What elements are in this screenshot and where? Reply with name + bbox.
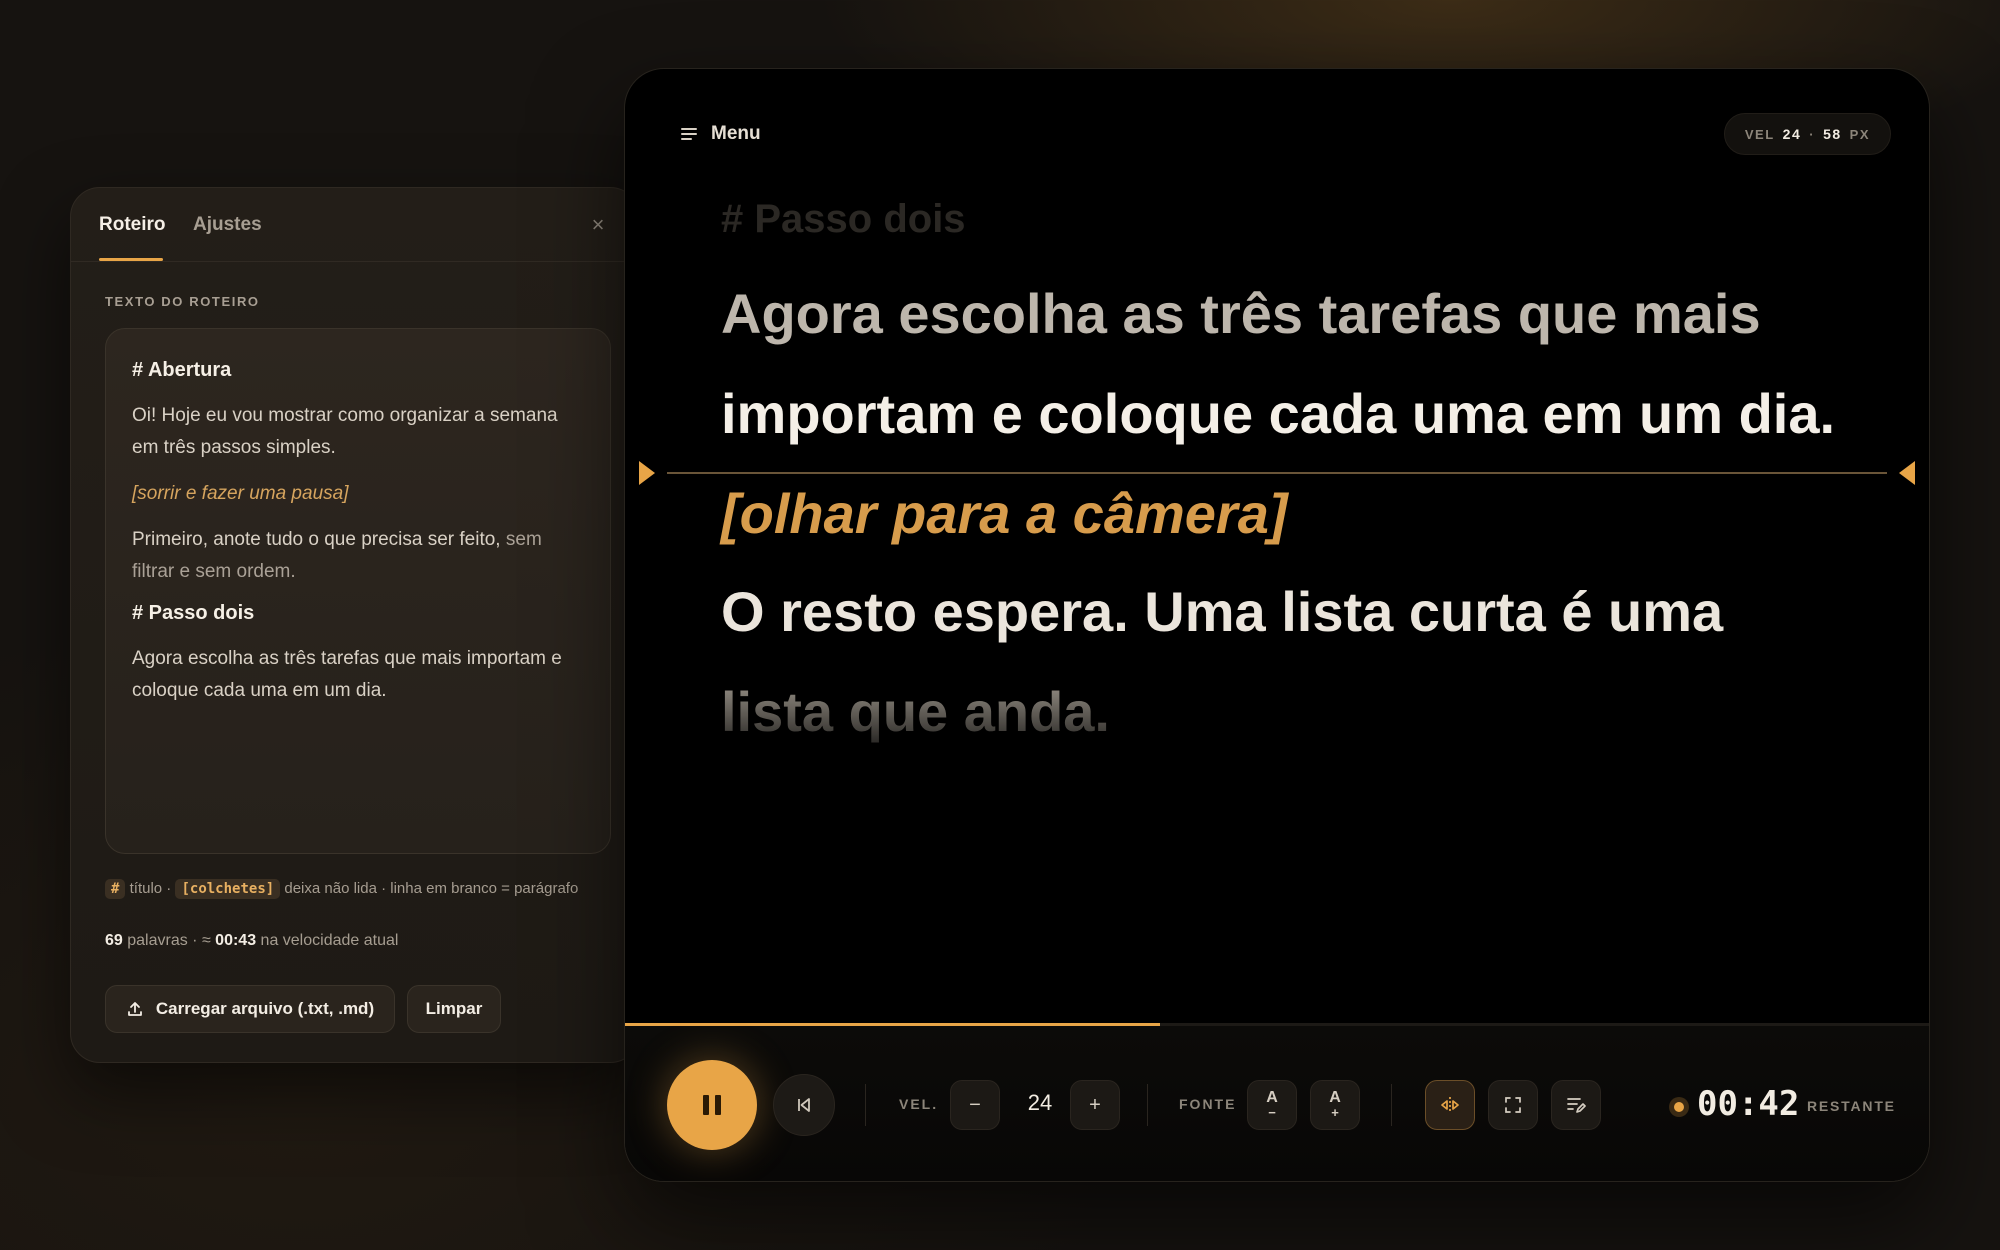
font-letter: A [1266,1089,1278,1106]
speed-label: VEL. [899,1096,939,1112]
prompter-line: Agora escolha as três tarefas que mais [721,282,1761,345]
script-panel: Roteiro Ajustes × TEXTO DO ROTEIRO # Abe… [70,187,640,1063]
prompter-line: lista que anda. [721,680,1110,743]
tab-roteiro[interactable]: Roteiro [99,214,166,236]
fullscreen-button[interactable] [1488,1080,1538,1130]
speed-value: 24 [1027,1090,1053,1115]
font-sign: + [1331,1105,1339,1120]
guide-marker-right-icon [1899,461,1915,485]
prompter-view: Menu VEL 24 · 58 PX # Passo dois Agora e… [624,68,1930,1182]
edit-script-button[interactable] [1551,1080,1601,1130]
editor-heading: # Passo dois [132,602,255,624]
upload-icon [127,1002,142,1016]
time-remaining: 00:42 [1697,1084,1800,1124]
pause-button[interactable] [667,1060,757,1150]
word-count: 69 [105,932,123,949]
speed-increase-button[interactable]: + [1070,1080,1120,1130]
vel-value: 24 [1782,126,1802,142]
active-tab-indicator [99,258,163,261]
panel-tabs: Roteiro Ajustes × [71,188,639,262]
readout-separator: · [1809,126,1816,142]
editor-heading: # Abertura [132,359,232,381]
prompter-cue: [olhar para a câmera] [721,482,1288,545]
restart-button[interactable] [773,1074,835,1136]
font-label: FONTE [1179,1096,1237,1112]
speed-size-readout: VEL 24 · 58 PX [1723,113,1891,155]
fullscreen-icon [1505,1097,1521,1113]
syntax-hint: # título · [colchetes] deixa não lida · … [105,876,615,902]
tab-ajustes[interactable]: Ajustes [193,214,262,236]
hint-text: título · [125,880,176,897]
font-sign: − [1268,1105,1276,1120]
edit-icon [1567,1098,1586,1113]
prompter-heading: # Passo dois [721,197,966,241]
editor-paragraph: Oi! Hoje eu vou mostrar como organizar a… [132,405,558,458]
prompter-line-current: importam e coloque cada uma em um dia. [721,382,1836,445]
divider [1147,1084,1148,1126]
word-count-label: palavras · ≈ [122,932,216,949]
divider [865,1084,866,1126]
reading-guide-line [667,472,1887,474]
control-bar: VEL. − 24 + FONTE A − A + 00:42 RESTANTE [625,1026,1929,1181]
menu-button[interactable]: Menu [681,123,761,145]
menu-label: Menu [711,123,761,144]
mirror-icon [1441,1097,1459,1113]
script-editor[interactable]: # Abertura Oi! Hoje eu vou mostrar como … [105,328,611,854]
speed-decrease-button[interactable]: − [950,1080,1000,1130]
close-icon[interactable]: × [585,212,611,238]
guide-marker-left-icon [639,461,655,485]
upload-button[interactable]: Carregar arquivo (.txt, .md) [105,985,395,1033]
pause-icon [703,1095,721,1115]
mirror-button[interactable] [1425,1080,1475,1130]
px-label: PX [1849,126,1870,142]
bracket-code: [colchetes] [175,879,281,899]
font-decrease-button[interactable]: A − [1247,1080,1297,1130]
divider [1391,1084,1392,1126]
recording-dot-icon [1669,1097,1689,1117]
hash-code: # [105,879,126,899]
prompter-line: O resto espera. Uma lista curta é uma [721,580,1724,643]
vel-label: VEL [1744,126,1775,142]
restart-icon [798,1098,810,1112]
menu-icon [681,128,697,140]
time-remaining-label: RESTANTE [1807,1098,1896,1114]
estimated-time-label: na velocidade atual [256,932,399,949]
clear-button[interactable]: Limpar [407,985,501,1033]
section-label: TEXTO DO ROTEIRO [105,294,260,309]
editor-paragraph: Agora escolha as três tarefas que mais i… [132,648,562,701]
editor-cue: [sorrir e fazer uma pausa] [132,483,349,504]
font-increase-button[interactable]: A + [1310,1080,1360,1130]
editor-text: Primeiro, anote tudo o que precisa ser f… [132,529,501,550]
font-letter: A [1329,1089,1341,1106]
script-stats: 69 palavras · ≈ 00:43 na velocidade atua… [105,932,398,950]
upload-label: Carregar arquivo (.txt, .md) [155,999,375,1018]
estimated-time: 00:43 [215,932,257,949]
px-value: 58 [1823,126,1842,142]
hint-text: deixa não lida · linha em branco = parág… [280,880,579,897]
editor-paragraph: Primeiro, anote tudo o que precisa ser f… [132,524,584,588]
